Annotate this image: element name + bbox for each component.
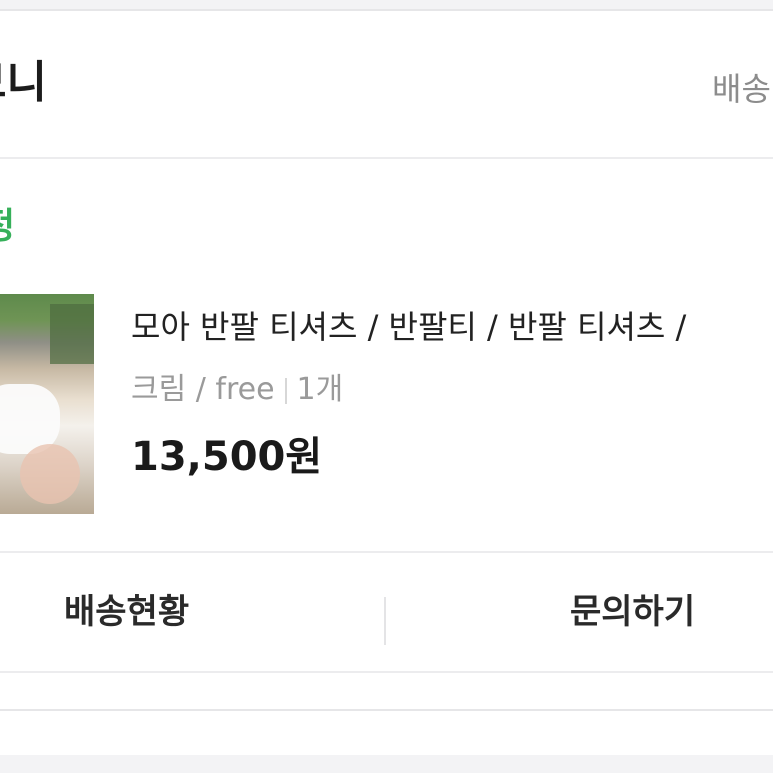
product-option-line: 크림 / free 1개 — [131, 375, 343, 405]
bottom-divider — [0, 671, 773, 673]
product-quantity: 1개 — [296, 372, 344, 407]
order-card: 모니 배송 정 모아 반팔 티셔츠 / 반팔티 / 반팔 티셔츠 / 크림 / … — [0, 9, 773, 711]
product-option: 크림 / free — [131, 372, 275, 407]
product-price: 13,500원 — [131, 434, 323, 480]
order-status: 정 — [0, 209, 15, 245]
button-separator — [384, 597, 386, 645]
header-divider — [0, 157, 773, 159]
shipping-link[interactable]: 배송 — [712, 73, 771, 105]
actions-divider — [0, 551, 773, 553]
bottom-band — [0, 755, 773, 773]
inquiry-button[interactable]: 문의하기 — [570, 595, 695, 629]
top-strip — [0, 0, 773, 9]
product-name[interactable]: 모아 반팔 티셔츠 / 반팔티 / 반팔 티셔츠 / — [131, 311, 686, 343]
option-separator — [284, 377, 287, 404]
shipping-status-button[interactable]: 배송현황 — [64, 595, 189, 629]
product-thumbnail[interactable] — [0, 294, 94, 514]
store-name[interactable]: 모니 — [0, 61, 47, 105]
